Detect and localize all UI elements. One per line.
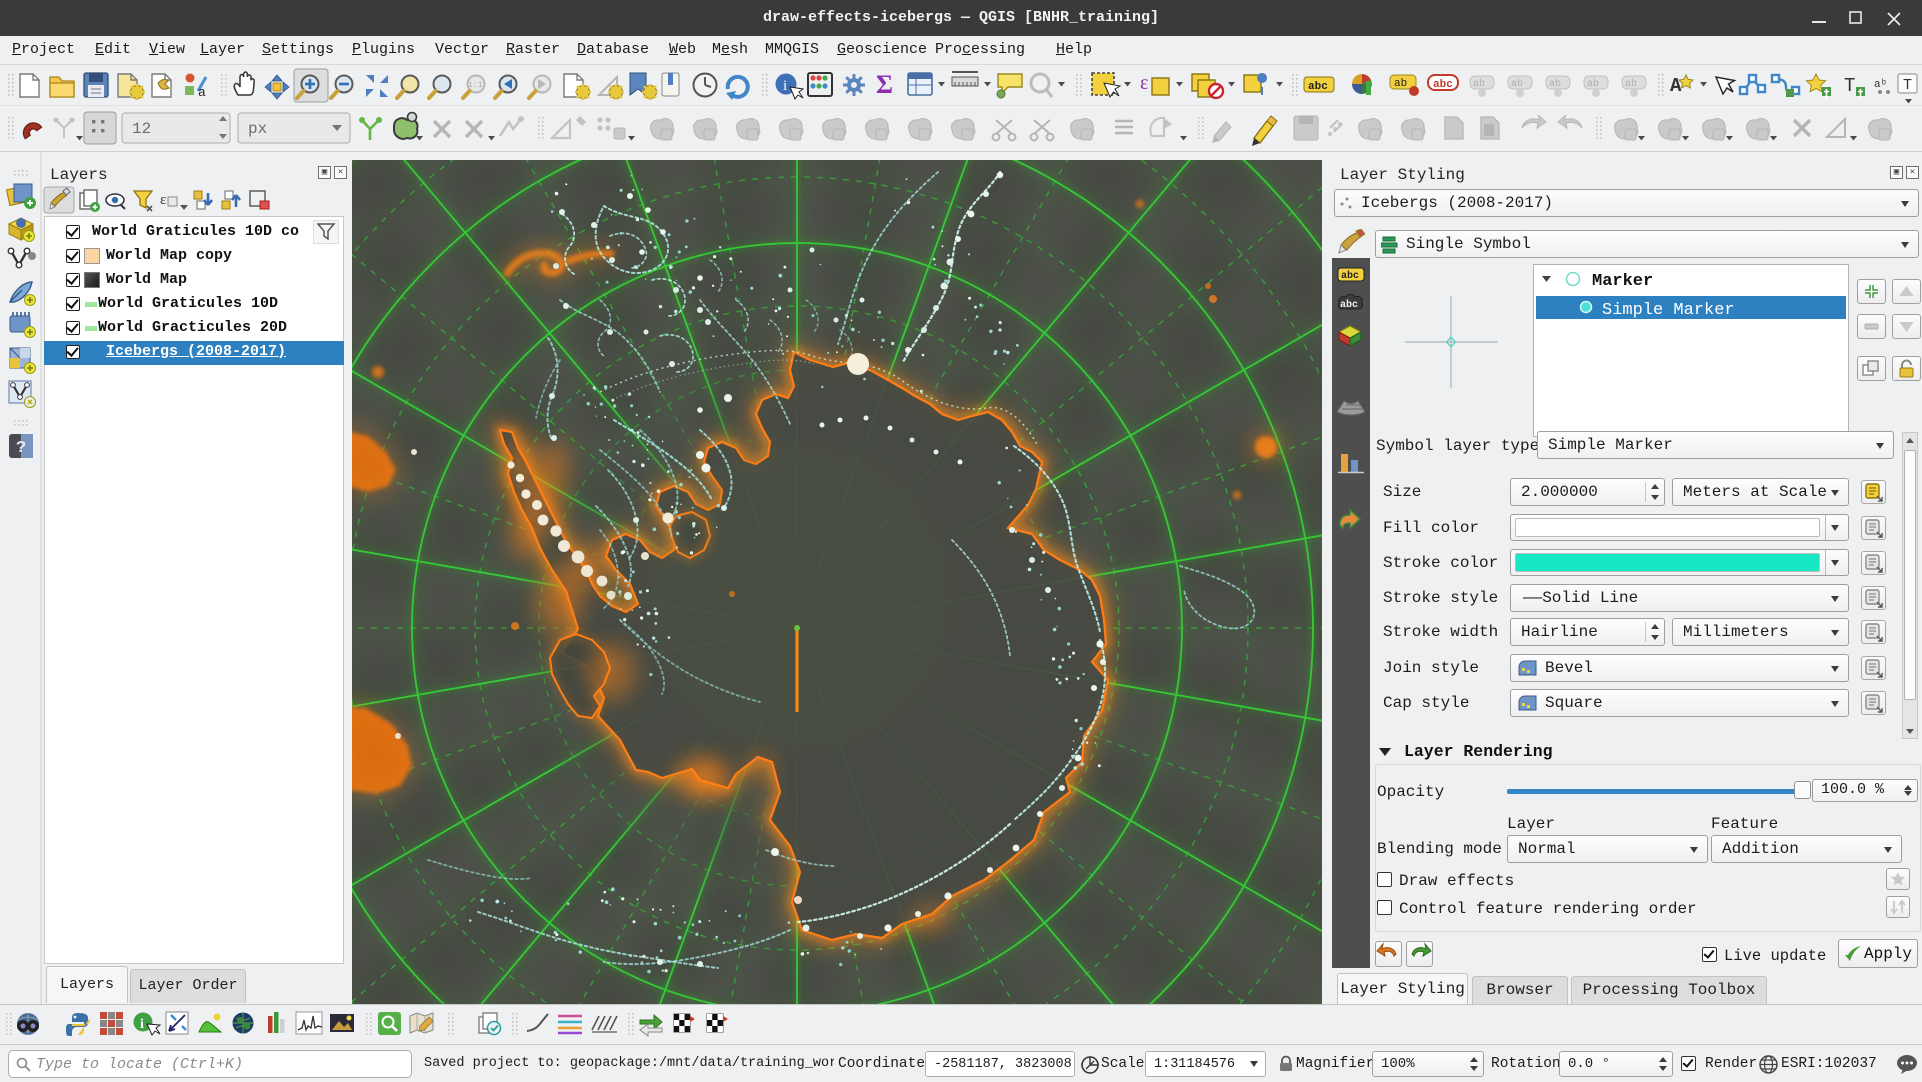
svg-text:12: 12 xyxy=(132,120,151,138)
svg-text:Simple Marker: Simple Marker xyxy=(1602,301,1735,320)
svg-text:abc: abc xyxy=(1308,81,1328,93)
svg-text:T: T xyxy=(1844,75,1855,97)
svg-text:ε: ε xyxy=(1140,72,1148,94)
svg-text:px: px xyxy=(248,120,267,138)
svg-text:?: ? xyxy=(16,439,26,458)
svg-text:a: a xyxy=(198,85,206,100)
svg-text:ab: ab xyxy=(1549,78,1561,90)
svg-text:i: i xyxy=(783,78,787,94)
svg-text:ab: ab xyxy=(1394,78,1407,90)
svg-text:1:1: 1:1 xyxy=(468,81,483,90)
svg-text:Marker: Marker xyxy=(1592,272,1653,291)
svg-text:ab: ab xyxy=(1587,78,1599,90)
svg-text:aᵇ: aᵇ xyxy=(1874,79,1887,91)
svg-text:abc: abc xyxy=(1433,79,1453,91)
svg-text:A: A xyxy=(1670,75,1682,97)
svg-text:abc: abc xyxy=(1340,299,1358,311)
svg-text:i: i xyxy=(140,1017,144,1032)
svg-text:abc: abc xyxy=(1341,270,1359,282)
svg-text:ε: ε xyxy=(160,192,166,208)
svg-text:ab: ab xyxy=(1511,78,1523,90)
svg-text:T: T xyxy=(1903,77,1912,94)
svg-text:ab: ab xyxy=(1473,78,1485,90)
svg-text:ab: ab xyxy=(1625,78,1637,90)
svg-text:Σ: Σ xyxy=(876,70,893,99)
